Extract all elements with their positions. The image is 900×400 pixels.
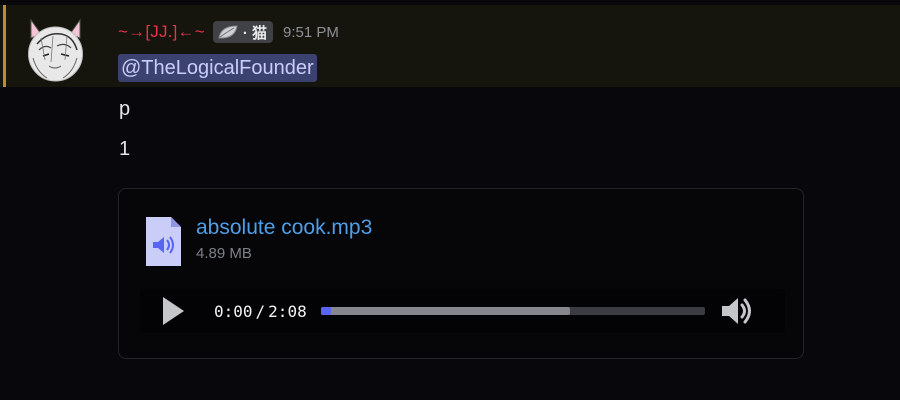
volume-button[interactable] (719, 293, 755, 329)
chat-view: ~→[JJ.]←~ · 猫 9:51 PM @TheLogicalFounder… (0, 0, 900, 400)
avatar[interactable] (27, 14, 84, 83)
message-timestamp[interactable]: 9:51 PM (283, 24, 339, 41)
audio-file-icon (146, 217, 181, 266)
audio-attachment: absolute cook.mp3 4.89 MB 0:00/2:08 (118, 188, 804, 359)
seek-bar-buffered (320, 307, 571, 315)
current-time: 0:00 (214, 301, 253, 321)
message-text-line: 1 (119, 138, 131, 160)
duration: 2:08 (268, 301, 307, 321)
author-tag-text: · 猫 (242, 24, 267, 42)
attachment-file-size: 4.89 MB (196, 245, 252, 262)
play-button[interactable] (156, 294, 190, 328)
author-tag[interactable]: · 猫 (212, 21, 273, 43)
author-name[interactable]: ~→[JJ.]←~ (118, 22, 205, 42)
message-header: ~→[JJ.]←~ · 猫 9:51 PM (118, 20, 339, 44)
attachment-file-name[interactable]: absolute cook.mp3 (196, 216, 372, 240)
audio-player: 0:00/2:08 (140, 289, 785, 333)
play-icon (163, 297, 184, 325)
time-separator: / (255, 301, 266, 321)
volume-icon (721, 298, 751, 324)
message-text-line: p (119, 98, 131, 120)
user-mention[interactable]: @TheLogicalFounder (118, 54, 317, 82)
manga-cat-avatar-icon (28, 18, 83, 82)
seek-bar[interactable] (320, 307, 705, 315)
playback-time: 0:00/2:08 (214, 302, 307, 321)
seek-bar-progress (320, 307, 331, 315)
leaf-icon (218, 25, 238, 39)
mention-highlight-bar (3, 5, 6, 87)
